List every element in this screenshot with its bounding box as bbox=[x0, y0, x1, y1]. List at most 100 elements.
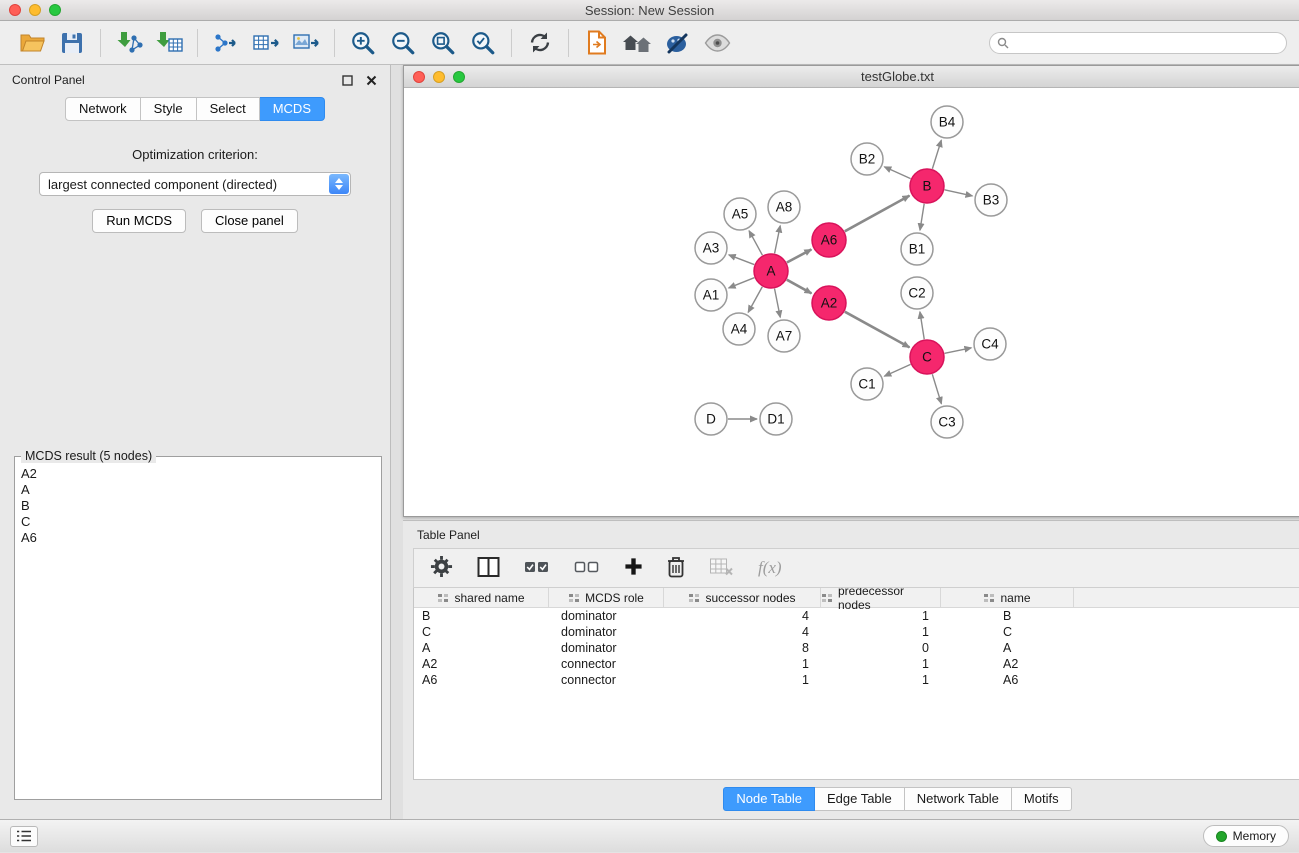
network-node-C1[interactable]: C1 bbox=[851, 368, 883, 400]
network-node-A1[interactable]: A1 bbox=[695, 279, 727, 311]
table-row[interactable]: Bdominator41B bbox=[414, 608, 1299, 624]
control-tab-network[interactable]: Network bbox=[65, 97, 141, 121]
edge-A-A4[interactable] bbox=[748, 287, 762, 313]
edge-C-C4[interactable] bbox=[945, 348, 972, 354]
mcds-result-item[interactable]: A6 bbox=[21, 530, 375, 546]
network-node-C3[interactable]: C3 bbox=[931, 406, 963, 438]
network-node-A7[interactable]: A7 bbox=[768, 320, 800, 352]
network-node-D[interactable]: D bbox=[695, 403, 727, 435]
deselect-all-icon[interactable] bbox=[574, 560, 600, 577]
edge-A-A8[interactable] bbox=[775, 226, 781, 254]
table-tab-edge-table[interactable]: Edge Table bbox=[815, 787, 905, 811]
network-node-C[interactable]: C bbox=[910, 340, 944, 374]
zoom-out-icon[interactable] bbox=[386, 25, 420, 61]
mcds-result-item[interactable]: B bbox=[21, 498, 375, 514]
edge-C-C3[interactable] bbox=[932, 374, 941, 404]
close-panel-button[interactable]: Close panel bbox=[201, 209, 298, 233]
mcds-result-item[interactable]: A2 bbox=[21, 466, 375, 482]
columns-icon[interactable] bbox=[477, 557, 500, 580]
column-header-predecessor-nodes[interactable]: predecessor nodes bbox=[821, 588, 941, 607]
zoom-fit-icon[interactable] bbox=[426, 25, 460, 61]
control-tab-select[interactable]: Select bbox=[197, 97, 260, 121]
search-input[interactable] bbox=[1014, 36, 1279, 50]
network-node-C2[interactable]: C2 bbox=[901, 277, 933, 309]
style-paint-icon[interactable] bbox=[660, 25, 694, 61]
edge-A-A2[interactable] bbox=[787, 280, 812, 294]
column-header-successor-nodes[interactable]: successor nodes bbox=[664, 588, 821, 607]
edge-B-B2[interactable] bbox=[884, 167, 910, 179]
refresh-icon[interactable] bbox=[523, 25, 557, 61]
export-image-icon[interactable] bbox=[289, 25, 323, 61]
delete-icon[interactable] bbox=[667, 556, 685, 581]
current-document-icon[interactable] bbox=[580, 25, 614, 61]
select-all-icon[interactable] bbox=[524, 560, 550, 577]
network-node-B4[interactable]: B4 bbox=[931, 106, 963, 138]
network-node-B[interactable]: B bbox=[910, 169, 944, 203]
optimization-dropdown[interactable]: largest connected component (directed) bbox=[39, 172, 351, 196]
edge-B-B1[interactable] bbox=[920, 204, 924, 230]
table-row[interactable]: A6connector11A6 bbox=[414, 672, 1299, 688]
control-tab-style[interactable]: Style bbox=[141, 97, 197, 121]
network-node-A8[interactable]: A8 bbox=[768, 191, 800, 223]
network-window-titlebar[interactable]: testGlobe.txt bbox=[404, 66, 1299, 88]
network-close-icon[interactable] bbox=[413, 71, 425, 83]
table-row[interactable]: Cdominator41C bbox=[414, 624, 1299, 640]
show-panels-button[interactable] bbox=[10, 826, 38, 847]
table-tab-network-table[interactable]: Network Table bbox=[905, 787, 1012, 811]
first-neighbors-icon[interactable] bbox=[620, 25, 654, 61]
network-minimize-icon[interactable] bbox=[433, 71, 445, 83]
table-tab-node-table[interactable]: Node Table bbox=[723, 787, 815, 811]
network-node-B2[interactable]: B2 bbox=[851, 143, 883, 175]
table-row[interactable]: Adominator80A bbox=[414, 640, 1299, 656]
edge-A-A7[interactable] bbox=[775, 289, 781, 318]
float-panel-icon[interactable] bbox=[340, 73, 354, 87]
export-network-icon[interactable] bbox=[209, 25, 243, 61]
zoom-selected-icon[interactable] bbox=[466, 25, 500, 61]
network-node-A5[interactable]: A5 bbox=[724, 198, 756, 230]
edge-A6-B[interactable] bbox=[845, 196, 910, 232]
export-table-icon[interactable] bbox=[249, 25, 283, 61]
network-node-A4[interactable]: A4 bbox=[723, 313, 755, 345]
network-node-B1[interactable]: B1 bbox=[901, 233, 933, 265]
open-session-icon[interactable] bbox=[15, 25, 49, 61]
network-node-B3[interactable]: B3 bbox=[975, 184, 1007, 216]
network-node-D1[interactable]: D1 bbox=[760, 403, 792, 435]
edge-A-A5[interactable] bbox=[749, 231, 762, 255]
edge-A-A1[interactable] bbox=[729, 278, 755, 288]
edge-A-A3[interactable] bbox=[729, 255, 754, 265]
table-tab-motifs[interactable]: Motifs bbox=[1012, 787, 1072, 811]
network-node-C4[interactable]: C4 bbox=[974, 328, 1006, 360]
maximize-window-icon[interactable] bbox=[49, 4, 61, 16]
network-maximize-icon[interactable] bbox=[453, 71, 465, 83]
close-panel-icon[interactable] bbox=[364, 73, 378, 87]
minimize-window-icon[interactable] bbox=[29, 4, 41, 16]
column-header-mcds-role[interactable]: MCDS role bbox=[549, 588, 664, 607]
column-header-shared-name[interactable]: shared name bbox=[414, 588, 549, 607]
mcds-result-item[interactable]: C bbox=[21, 514, 375, 530]
network-node-A2[interactable]: A2 bbox=[812, 286, 846, 320]
edge-A-A6[interactable] bbox=[787, 249, 811, 262]
column-header-name[interactable]: name bbox=[941, 588, 1074, 607]
control-tab-mcds[interactable]: MCDS bbox=[260, 97, 325, 121]
show-hide-icon[interactable] bbox=[700, 25, 734, 61]
import-table-icon[interactable] bbox=[152, 25, 186, 61]
run-mcds-button[interactable]: Run MCDS bbox=[92, 209, 186, 233]
network-node-A3[interactable]: A3 bbox=[695, 232, 727, 264]
gear-icon[interactable] bbox=[430, 555, 453, 581]
zoom-in-icon[interactable] bbox=[346, 25, 380, 61]
network-node-A6[interactable]: A6 bbox=[812, 223, 846, 257]
import-network-icon[interactable] bbox=[112, 25, 146, 61]
save-session-icon[interactable] bbox=[55, 25, 89, 61]
add-row-icon[interactable] bbox=[624, 557, 643, 579]
network-canvas[interactable]: A A1 A2 A3 A4 A5 A6 A7 A8 B B1 B2 B3 B4 C C1 C2 C3 C4 D D1 bbox=[404, 88, 1299, 516]
close-window-icon[interactable] bbox=[9, 4, 21, 16]
memory-button[interactable]: Memory bbox=[1203, 825, 1289, 847]
table-row[interactable]: A2connector11A2 bbox=[414, 656, 1299, 672]
edge-B-B4[interactable] bbox=[932, 140, 941, 169]
edge-C-C2[interactable] bbox=[920, 312, 924, 339]
network-node-A[interactable]: A bbox=[754, 254, 788, 288]
edge-C-C1[interactable] bbox=[884, 364, 910, 376]
edge-B-B3[interactable] bbox=[945, 190, 973, 196]
mcds-result-item[interactable]: A bbox=[21, 482, 375, 498]
edge-A2-C[interactable] bbox=[845, 312, 910, 348]
